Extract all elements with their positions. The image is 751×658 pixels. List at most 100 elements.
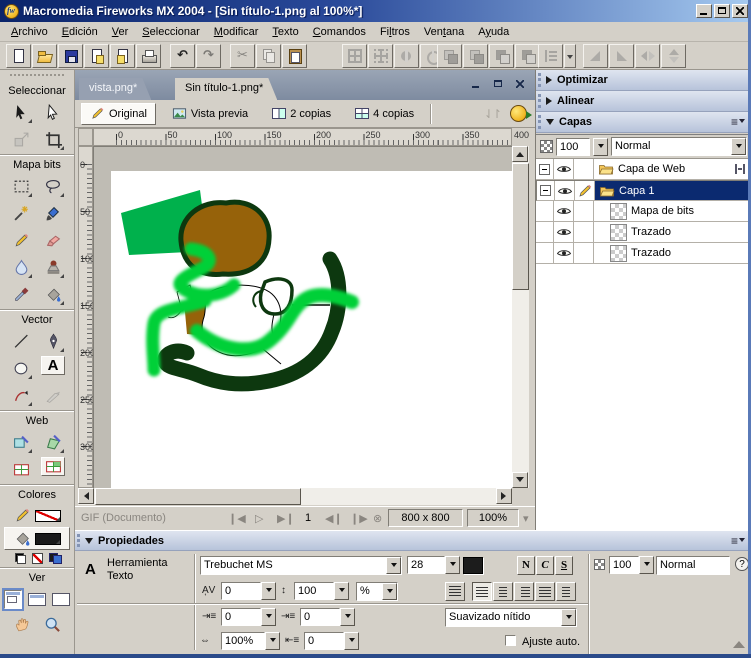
layer-name-area[interactable]: Trazado — [594, 243, 751, 263]
space-before-value[interactable]: 0 — [300, 608, 340, 626]
leading-value[interactable]: 100 — [294, 582, 334, 600]
align-button[interactable] — [538, 44, 563, 68]
pointer-tool[interactable] — [9, 100, 33, 124]
indent-dropdown-button[interactable] — [261, 608, 276, 626]
hand-tool[interactable] — [10, 612, 34, 636]
fill-color-swatch[interactable] — [34, 532, 61, 545]
four-up-view-button[interactable]: 4 copias — [347, 103, 422, 125]
canvas-page[interactable] — [111, 171, 512, 488]
menu-item-texto[interactable]: Texto — [265, 24, 305, 40]
save-button[interactable] — [58, 44, 83, 68]
paste-button[interactable] — [282, 44, 307, 68]
bring-forward-button[interactable] — [463, 44, 488, 68]
line-tool[interactable] — [9, 329, 33, 353]
flip-horizontal-button[interactable] — [635, 44, 660, 68]
layer-row-mapa-de-bits[interactable]: Mapa de bits — [536, 201, 751, 222]
space-before-combo[interactable]: 0 — [300, 608, 355, 627]
send-to-back-button[interactable] — [515, 44, 540, 68]
doc-close-button[interactable] — [513, 78, 527, 90]
new-document-button[interactable] — [6, 44, 31, 68]
menu-item-modificar[interactable]: Modificar — [207, 24, 266, 40]
space-after-dropdown-button[interactable] — [344, 632, 359, 650]
join-button[interactable] — [394, 44, 419, 68]
menu-item-archivo[interactable]: Archivo — [4, 24, 55, 40]
last-frame-button[interactable]: ▶❙ — [277, 512, 295, 525]
menu-item-ayuda[interactable]: Ayuda — [471, 24, 516, 40]
layer-name-area[interactable]: Capa 1 — [595, 181, 750, 200]
fireworks-export-icon[interactable] — [510, 105, 532, 122]
default-colors-button[interactable] — [14, 553, 26, 564]
opacity-dropdown-button[interactable] — [639, 556, 654, 574]
collapse-layer-button[interactable] — [540, 185, 551, 196]
layer-row-capa-1[interactable]: Capa 1 — [536, 180, 751, 201]
minimize-button[interactable] — [696, 4, 712, 18]
text-opacity-value[interactable]: 100 — [609, 556, 639, 574]
crop-tool[interactable] — [41, 127, 65, 151]
lasso-tool[interactable] — [41, 174, 65, 198]
doc-minimize-button[interactable] — [469, 78, 483, 90]
horizontal-scrollbar[interactable] — [78, 488, 512, 505]
title-bar[interactable]: Macromedia Fireworks MX 2004 - [Sin títu… — [0, 0, 751, 22]
menu-item-edicin[interactable]: Edición — [55, 24, 105, 40]
italic-button[interactable]: C — [536, 556, 554, 575]
stretch-button[interactable] — [556, 582, 576, 601]
horizontal-scale-value[interactable]: 100% — [221, 632, 265, 650]
marquee-tool[interactable] — [9, 174, 33, 198]
auto-kern-checkbox[interactable] — [505, 635, 516, 646]
kerning-dropdown-button[interactable] — [261, 582, 276, 600]
menu-item-seleccionar[interactable]: Seleccionar — [135, 24, 206, 40]
text-color-swatch[interactable] — [463, 557, 483, 574]
open-button[interactable] — [32, 44, 57, 68]
import-button[interactable] — [84, 44, 109, 68]
panel-header-alinear[interactable]: Alinear — [536, 91, 751, 112]
visibility-toggle[interactable] — [554, 159, 574, 179]
layer-opacity-field[interactable]: 100 — [556, 137, 590, 156]
font-size-value[interactable]: 28 — [407, 556, 445, 574]
panel-options-icon[interactable]: ≡ — [731, 535, 745, 547]
text-opacity-combo[interactable]: 100 — [609, 556, 654, 575]
layer-name-area[interactable]: Trazado — [594, 222, 751, 242]
align-center-button[interactable] — [493, 582, 513, 601]
visibility-toggle[interactable] — [554, 222, 574, 242]
layer-row-trazado[interactable]: Trazado — [536, 222, 751, 243]
polygon-hotspot-tool[interactable] — [41, 430, 65, 454]
maximize-button[interactable] — [714, 4, 730, 18]
zoom-tool[interactable] — [40, 612, 64, 636]
indent-combo[interactable]: 0 — [221, 608, 276, 627]
panel-collapse-arrow[interactable] — [733, 641, 745, 648]
magic-wand-tool[interactable] — [9, 201, 33, 225]
kerning-combo[interactable]: 0 — [221, 582, 276, 601]
text-blend-select[interactable]: Normal — [656, 556, 730, 575]
visibility-toggle[interactable] — [555, 181, 575, 200]
two-up-view-button[interactable]: 2 copias — [264, 103, 339, 125]
leading-unit-select[interactable]: % — [356, 582, 398, 601]
bold-button[interactable]: N — [517, 556, 535, 575]
layer-name-area[interactable]: Capa de Web — [594, 159, 751, 179]
collapse-layer-button[interactable] — [539, 163, 550, 175]
blend-mode-select[interactable]: Normal — [611, 137, 747, 156]
rubber-stamp-tool[interactable] — [41, 255, 65, 279]
unit-dropdown-button[interactable] — [382, 583, 397, 600]
visibility-toggle[interactable] — [554, 243, 574, 263]
align-dropdown-button[interactable] — [564, 44, 576, 68]
swap-colors-button[interactable] — [48, 553, 62, 564]
panel-header-optimizar[interactable]: Optimizar — [536, 70, 751, 91]
close-button[interactable] — [732, 4, 748, 18]
ellipse-tool[interactable] — [9, 356, 33, 380]
rotate-cw-button[interactable] — [609, 44, 634, 68]
layer-row-trazado[interactable]: Trazado — [536, 243, 751, 264]
standard-screen-button[interactable] — [2, 588, 24, 611]
menu-item-filtros[interactable]: Filtros — [373, 24, 417, 40]
hscroll-thumb[interactable] — [95, 488, 301, 505]
bring-to-front-button[interactable] — [437, 44, 462, 68]
print-button[interactable] — [136, 44, 161, 68]
rectangle-hotspot-tool[interactable] — [9, 430, 33, 454]
antialias-dropdown-button[interactable] — [561, 609, 576, 626]
size-dropdown-button[interactable] — [445, 556, 460, 574]
send-backward-button[interactable] — [489, 44, 514, 68]
font-family-select[interactable]: Trebuchet MS — [200, 556, 402, 575]
kerning-value[interactable]: 0 — [221, 582, 261, 600]
previous-frame-button[interactable]: ◀❙ — [325, 512, 343, 525]
menu-item-ver[interactable]: Ver — [105, 24, 136, 40]
subselection-tool[interactable] — [41, 100, 65, 124]
